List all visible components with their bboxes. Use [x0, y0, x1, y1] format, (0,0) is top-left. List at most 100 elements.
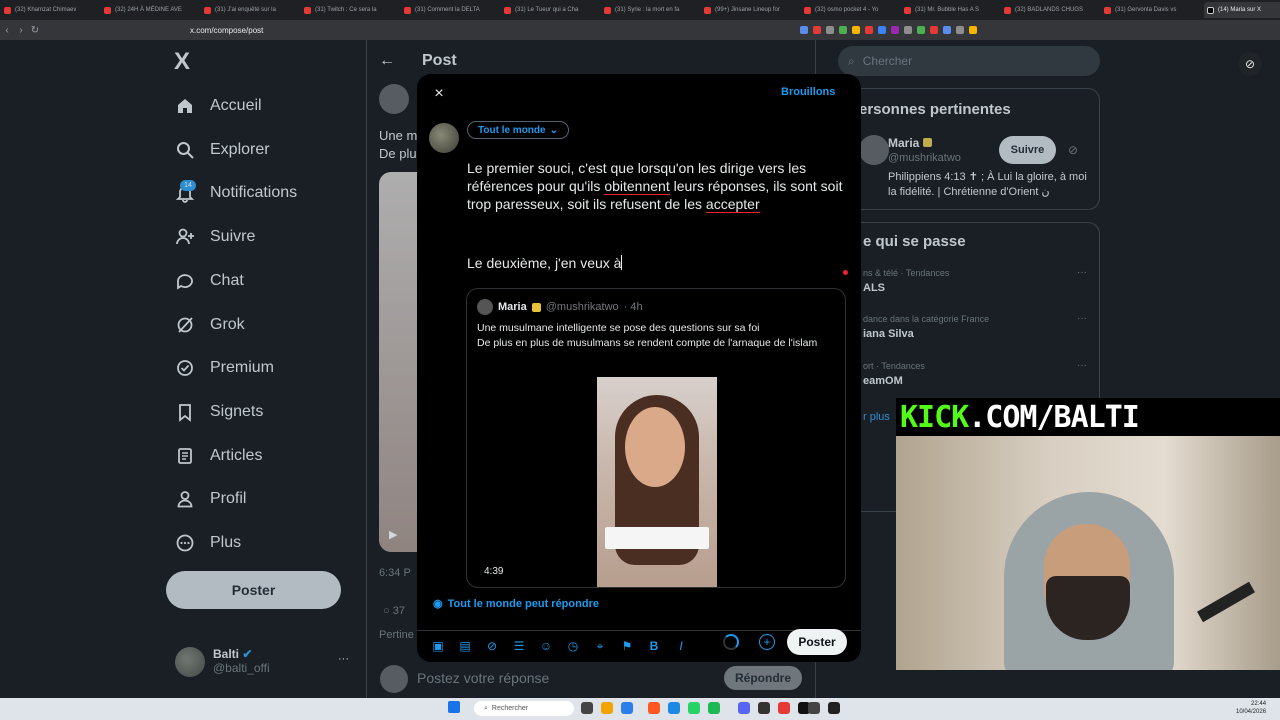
taskbar-search[interactable]: ⌕ Rechercher: [474, 701, 574, 716]
browser-tab[interactable]: (32) 24H À MÉDINE AVE: [104, 2, 198, 18]
forward-icon[interactable]: ›: [14, 25, 28, 36]
extension-icon[interactable]: [969, 26, 977, 34]
extension-icon[interactable]: [878, 26, 886, 34]
block-icon[interactable]: ⊘: [1238, 52, 1262, 76]
verified-icon: [531, 302, 541, 312]
extension-icon[interactable]: [891, 26, 899, 34]
gif-icon[interactable]: ▤: [457, 638, 473, 654]
browser-tab[interactable]: (32) Khamzat Chimaev: [4, 2, 98, 18]
extension-icon[interactable]: [800, 26, 808, 34]
extension-icon[interactable]: [904, 26, 912, 34]
post-button[interactable]: Poster: [787, 629, 847, 655]
compose-textarea-line[interactable]: Le deuxième, j'en veux à: [467, 255, 623, 271]
taskbar-app-icon[interactable]: [758, 702, 770, 714]
url-field[interactable]: x.com/compose/post: [190, 22, 720, 38]
close-icon[interactable]: ×: [429, 84, 449, 104]
search-input[interactable]: ⌕ Chercher: [838, 46, 1100, 76]
taskbar-app-icon[interactable]: [778, 702, 790, 714]
extension-icon[interactable]: [917, 26, 925, 34]
reply-setting-button[interactable]: ◉ Tout le monde peut répondre: [433, 597, 599, 611]
sidebar-item-chat[interactable]: Chat: [174, 266, 244, 296]
sidebar-item-premium[interactable]: Premium: [174, 353, 274, 383]
brave-icon[interactable]: [648, 702, 660, 714]
follow-button[interactable]: Suivre: [999, 136, 1056, 164]
back-icon[interactable]: ‹: [0, 25, 14, 36]
browser-tab[interactable]: (31) J'ai enquêté sur la: [204, 2, 298, 18]
youtube-icon: [4, 6, 11, 14]
extension-icon[interactable]: [943, 26, 951, 34]
play-icon[interactable]: ▶: [389, 528, 397, 541]
browser-tab[interactable]: (31) Twitch : Ce sera la: [304, 2, 398, 18]
quoted-post[interactable]: Maria @mushrikatwo · 4h Une musulmane in…: [466, 288, 846, 588]
browser-tab[interactable]: (32) BADLANDS CHUGS: [1004, 2, 1098, 18]
extension-icon[interactable]: [930, 26, 938, 34]
sidebar-item-accueil[interactable]: Accueil: [174, 91, 262, 121]
sidebar-item-articles[interactable]: Articles: [174, 441, 262, 471]
audience-selector[interactable]: Tout le monde ⌄: [467, 121, 569, 139]
show-more-link[interactable]: r plus: [863, 411, 890, 423]
italic-icon[interactable]: I: [673, 638, 689, 654]
block-icon[interactable]: ⊘: [1068, 143, 1078, 157]
back-arrow-icon[interactable]: ←: [379, 52, 395, 70]
avatar[interactable]: [859, 135, 889, 165]
more-icon[interactable]: ···: [1077, 267, 1087, 278]
extension-icon[interactable]: [852, 26, 860, 34]
drafts-button[interactable]: Brouillons: [781, 86, 835, 98]
add-post-icon[interactable]: +: [759, 634, 775, 650]
account-switcher[interactable]: Balti ✔ @balti_offi ···: [175, 647, 355, 679]
reply-count[interactable]: ○ 37: [383, 605, 405, 617]
more-icon[interactable]: ···: [1077, 360, 1087, 371]
browser-tab[interactable]: (31) Gervonta Davis vs: [1104, 2, 1198, 18]
media-icon[interactable]: ▣: [430, 638, 446, 654]
sidebar-item-profil[interactable]: Profil: [174, 484, 246, 514]
browser-tab[interactable]: (31) Syrie : la mort en fa: [604, 2, 698, 18]
sidebar-post-button[interactable]: Poster: [166, 571, 341, 609]
flag-icon[interactable]: ⚑: [619, 638, 635, 654]
browser-tab[interactable]: (99+) Jinsane Lineup for: [704, 2, 798, 18]
reply-button[interactable]: Répondre: [724, 666, 802, 690]
trend-name[interactable]: eamOM: [863, 375, 903, 387]
grok-icon[interactable]: ⊘: [484, 638, 500, 654]
taskbar-app-icon[interactable]: [808, 702, 820, 714]
extension-icon[interactable]: [839, 26, 847, 34]
extension-icon[interactable]: [826, 26, 834, 34]
obs-icon[interactable]: [828, 702, 840, 714]
person-name[interactable]: Maria: [888, 136, 932, 150]
trend-name[interactable]: ALS: [863, 282, 885, 294]
avatar[interactable]: [379, 84, 409, 114]
location-icon[interactable]: ⌖: [592, 638, 608, 654]
whatsapp-icon[interactable]: [688, 702, 700, 714]
reply-input[interactable]: Postez votre réponse: [417, 670, 549, 686]
account-handle: @balti_offi: [213, 661, 270, 675]
x-logo-icon[interactable]: X: [174, 48, 190, 76]
browser-tab[interactable]: (31) Le Tueur qui a Cha: [504, 2, 598, 18]
extension-icon[interactable]: [956, 26, 964, 34]
telegram-icon[interactable]: [668, 702, 680, 714]
browser-tab[interactable]: (32) osmo pocket 4 - Yo: [804, 2, 898, 18]
poll-icon[interactable]: ☰: [511, 638, 527, 654]
trend-name[interactable]: iana Silva: [863, 328, 914, 340]
discord-icon[interactable]: [738, 702, 750, 714]
taskbar-app-icon[interactable]: [581, 702, 593, 714]
spotify-icon[interactable]: [708, 702, 720, 714]
emoji-icon[interactable]: ☺: [538, 638, 554, 654]
taskbar-app-icon[interactable]: [621, 702, 633, 714]
sidebar-item-grok[interactable]: Grok: [174, 310, 245, 340]
reload-icon[interactable]: ↻: [28, 25, 42, 36]
bold-icon[interactable]: B: [646, 638, 662, 654]
browser-tab[interactable]: (31) Mr. Bubble Has A S: [904, 2, 998, 18]
more-icon[interactable]: ···: [1077, 313, 1087, 324]
sidebar-item-signets[interactable]: Signets: [174, 397, 263, 427]
quoted-video[interactable]: [597, 377, 717, 587]
folder-icon[interactable]: [601, 702, 613, 714]
extension-icon[interactable]: [865, 26, 873, 34]
browser-tab-active[interactable]: (14) Maria sur X: [1204, 2, 1280, 18]
sidebar-item-plus[interactable]: Plus: [174, 528, 241, 558]
windows-start-icon[interactable]: [448, 701, 460, 713]
browser-tab[interactable]: (31) Comment la DELTA: [404, 2, 498, 18]
sidebar-item-suivre[interactable]: Suivre: [174, 222, 255, 252]
sidebar-item-explorer[interactable]: Explorer: [174, 135, 270, 165]
compose-textarea[interactable]: Le premier souci, c'est que lorsqu'on le…: [467, 159, 847, 213]
extension-icon[interactable]: [813, 26, 821, 34]
schedule-icon[interactable]: ◷: [565, 638, 581, 654]
